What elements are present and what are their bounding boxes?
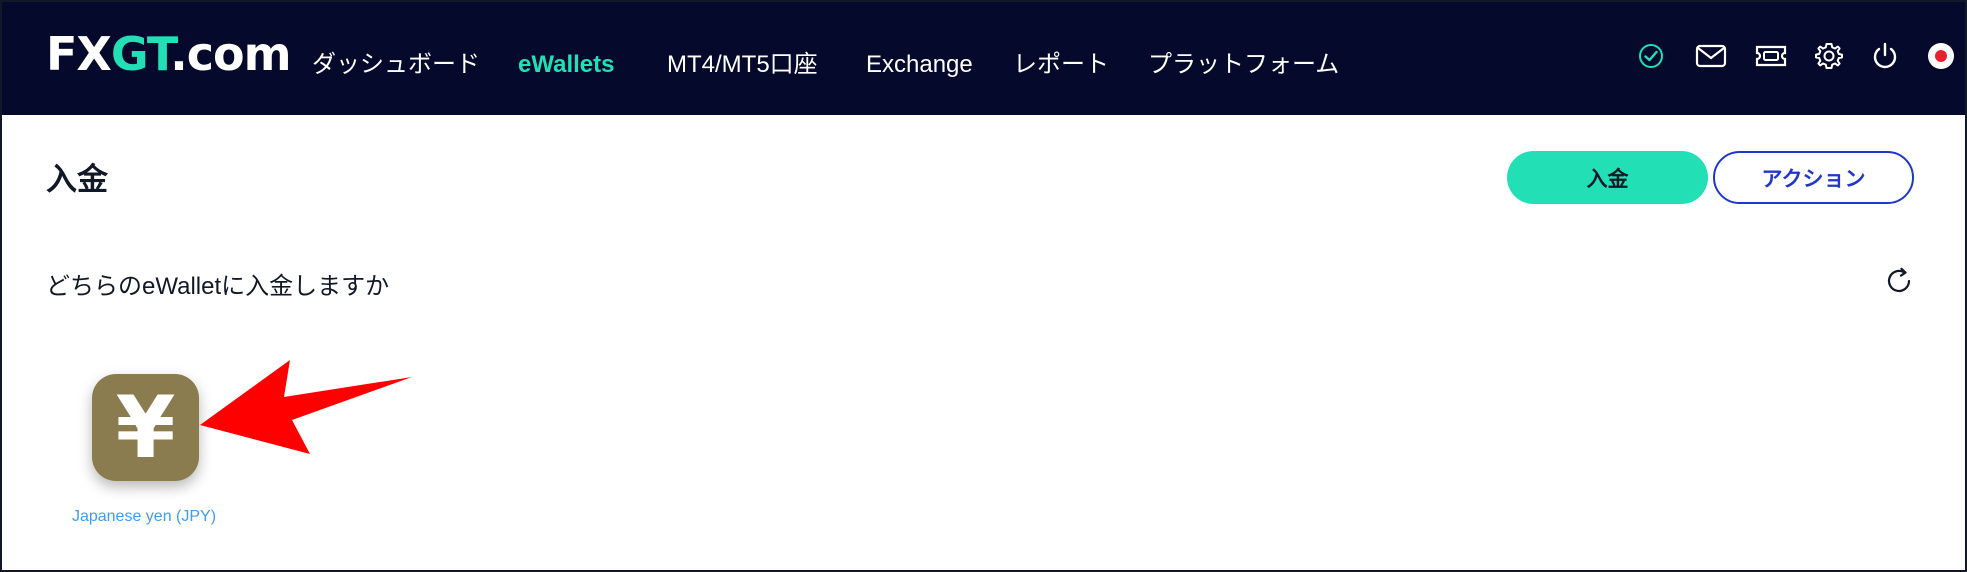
nav-reports[interactable]: レポート bbox=[1013, 50, 1109, 80]
action-button[interactable]: アクション bbox=[1713, 151, 1914, 204]
verified-check-icon[interactable] bbox=[1633, 38, 1669, 74]
app-window: FXGT.com ダッシュボード eWallets MT4/MT5口座 Exch… bbox=[0, 0, 1967, 572]
top-navigation-bar: FXGT.com ダッシュボード eWallets MT4/MT5口座 Exch… bbox=[2, 2, 1965, 115]
japan-flag-icon[interactable] bbox=[1923, 38, 1959, 74]
mail-icon[interactable] bbox=[1693, 38, 1729, 74]
refresh-icon[interactable] bbox=[1882, 264, 1916, 298]
nav-exchange[interactable]: Exchange bbox=[866, 50, 973, 80]
ticket-icon[interactable] bbox=[1753, 38, 1789, 74]
gear-icon[interactable] bbox=[1811, 38, 1847, 74]
nav-platforms[interactable]: プラットフォーム bbox=[1148, 50, 1339, 80]
fxgt-logo[interactable]: FXGT.com bbox=[46, 24, 292, 84]
red-arrow-annotation bbox=[200, 360, 412, 454]
nav-mt4-mt5-accounts[interactable]: MT4/MT5口座 bbox=[667, 50, 818, 80]
wallet-label-jpy: Japanese yen (JPY) bbox=[71, 508, 217, 525]
nav-ewallets[interactable]: eWallets bbox=[518, 50, 614, 80]
logo-dotcom: .com bbox=[170, 27, 291, 81]
yen-icon: ¥ bbox=[92, 374, 199, 481]
logo-fx: FX bbox=[46, 27, 112, 81]
deposit-button[interactable]: 入金 bbox=[1507, 151, 1708, 204]
power-icon[interactable] bbox=[1867, 38, 1903, 74]
ewallet-prompt: どちらのeWalletに入金しますか bbox=[46, 273, 390, 300]
logo-gt: GT bbox=[110, 27, 171, 81]
page-title: 入金 bbox=[46, 162, 108, 197]
nav-dashboard[interactable]: ダッシュボード bbox=[312, 50, 480, 80]
